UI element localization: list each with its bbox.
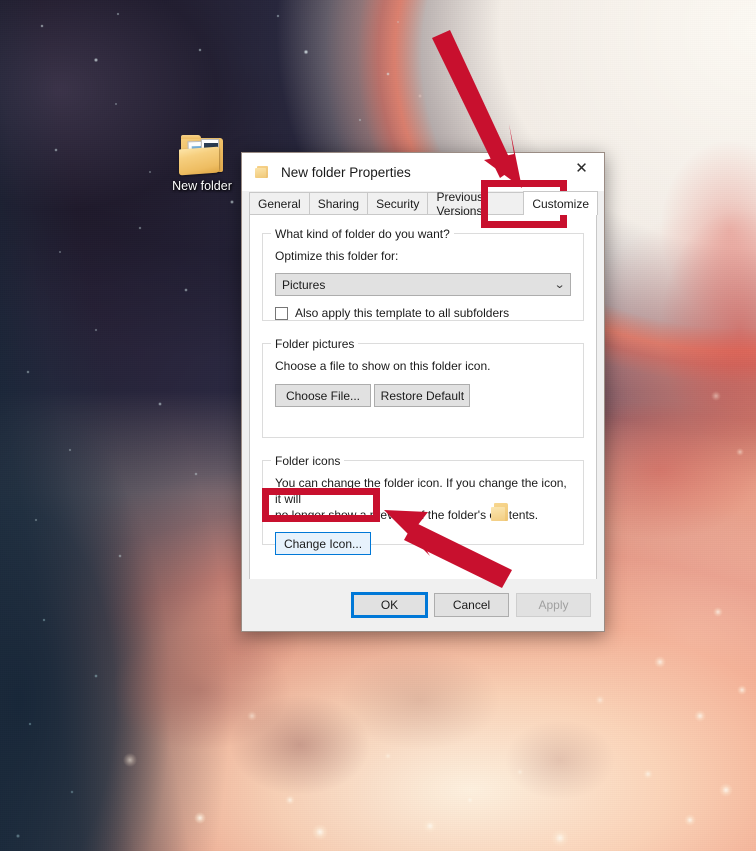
properties-dialog: New folder Properties ✕ General Sharing … <box>241 152 605 632</box>
tab-previous-versions[interactable]: Previous Versions <box>427 190 525 218</box>
tab-customize[interactable]: Customize <box>523 191 598 215</box>
ok-button[interactable]: OK <box>351 592 428 618</box>
group-folder-kind-legend: What kind of folder do you want? <box>271 227 454 241</box>
apply-button: Apply <box>516 593 591 617</box>
group-folder-pictures: Folder pictures Choose a file to show on… <box>262 337 584 438</box>
chevron-down-icon: ⌄ <box>553 279 566 291</box>
cancel-button[interactable]: Cancel <box>434 593 509 617</box>
folder-pictures-description: Choose a file to show on this folder ico… <box>275 359 491 373</box>
dialog-titlebar[interactable]: New folder Properties ✕ <box>242 153 604 191</box>
tab-security[interactable]: Security <box>367 192 429 214</box>
apply-to-subfolders-row[interactable]: Also apply this template to all subfolde… <box>275 305 571 321</box>
group-folder-kind: What kind of folder do you want? Optimiz… <box>262 227 584 321</box>
optimize-folder-combobox-value: Pictures <box>282 277 326 292</box>
folder-with-documents-icon <box>179 135 225 176</box>
tab-general[interactable]: General <box>249 192 310 214</box>
optimize-folder-combobox[interactable]: Pictures ⌄ <box>275 273 571 296</box>
tab-sharing[interactable]: Sharing <box>308 192 369 214</box>
group-folder-pictures-legend: Folder pictures <box>271 337 359 351</box>
folder-icons-description-line2: no longer show a preview of the folder's… <box>275 508 539 522</box>
change-icon-button[interactable]: Change Icon... <box>275 532 371 555</box>
apply-to-subfolders-checkbox[interactable] <box>275 306 288 320</box>
tab-strip: General Sharing Security Previous Versio… <box>249 190 598 218</box>
optimize-folder-label: Optimize this folder for: <box>275 249 399 263</box>
desktop-shortcut-new-folder[interactable]: New folder <box>163 135 241 194</box>
folder-icon <box>255 165 270 179</box>
tab-page-customize: What kind of folder do you want? Optimiz… <box>249 215 597 601</box>
dialog-title: New folder Properties <box>281 164 411 180</box>
dialog-footer: OK Cancel Apply <box>242 579 604 631</box>
group-folder-icons-legend: Folder icons <box>271 454 345 468</box>
apply-to-subfolders-label: Also apply this template to all subfolde… <box>295 306 510 320</box>
restore-default-button[interactable]: Restore Default <box>374 384 471 407</box>
close-icon[interactable]: ✕ <box>559 153 604 183</box>
desktop[interactable]: New folder New folder Properties ✕ Gener… <box>0 0 756 851</box>
choose-file-button[interactable]: Choose File... <box>275 384 371 407</box>
desktop-shortcut-label: New folder <box>172 179 232 193</box>
group-folder-icons: Folder icons You can change the folder i… <box>262 454 584 555</box>
folder-icon-preview <box>491 503 511 522</box>
folder-icons-description-line1: You can change the folder icon. If you c… <box>275 476 567 506</box>
